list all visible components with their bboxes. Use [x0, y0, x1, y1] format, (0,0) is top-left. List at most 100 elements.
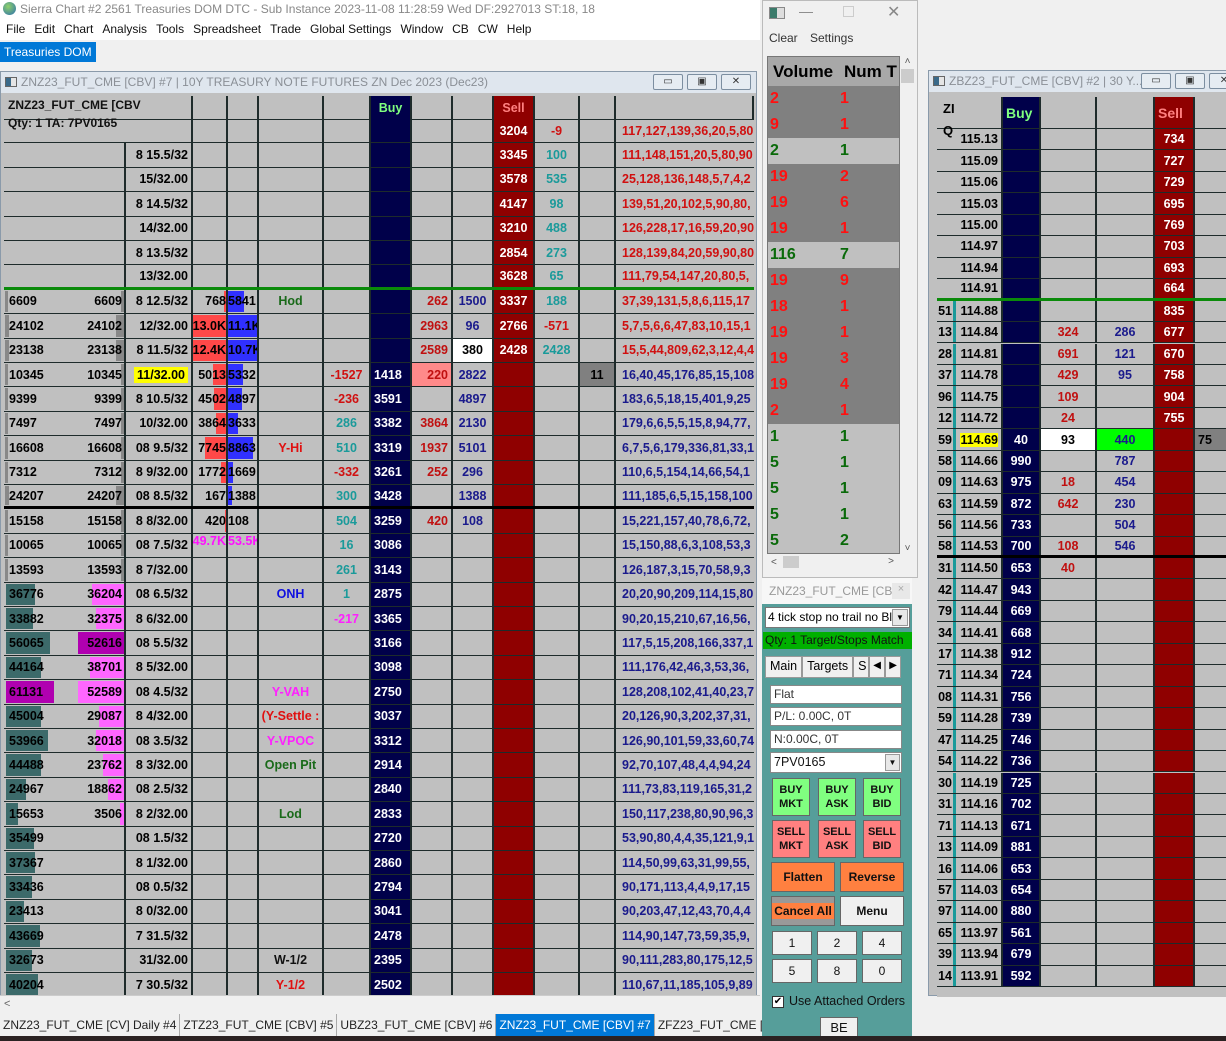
dom-row[interactable]: 39 113.94 679 [937, 944, 1226, 966]
dom-row[interactable]: 23138 23138 8 11.5/32 12.4K 10.7K 2589 380 2428… [4, 338, 754, 363]
dom-row[interactable]: 23413 8 0/32.00 3041 90,203,47,12,43,70,4,4 [4, 899, 754, 925]
price-cell[interactable]: 08 3.5/32 [126, 729, 193, 753]
dom-row[interactable]: 47 114.25 746 [937, 729, 1226, 752]
ask-depth-cell[interactable] [1155, 558, 1195, 579]
bid-depth-cell[interactable] [1003, 343, 1041, 364]
dom-row[interactable]: 33436 08 0.5/32 2794 90,171,113,4,4,9,17,15 [4, 875, 754, 900]
zb-dom-ladder[interactable]: Buy Sell 115.13 734 115.09 727 115.06 729 115.03… [937, 97, 1226, 997]
bid-depth-cell[interactable]: 3086 [371, 533, 412, 558]
price-cell[interactable]: 7 30.5/32 [126, 973, 193, 997]
ask-depth-cell[interactable]: 3204 [494, 119, 535, 143]
price-cell[interactable]: 114.81 [956, 343, 1003, 364]
bid-depth-cell[interactable] [1003, 322, 1041, 343]
ask-depth-cell[interactable] [1155, 600, 1195, 622]
price-cell[interactable]: 08 2.5/32 [126, 777, 193, 802]
bid-depth-cell[interactable]: 2720 [371, 826, 412, 850]
dom-row[interactable]: 57 114.03 654 [937, 879, 1226, 902]
price-cell[interactable]: 8 8/32.00 [126, 509, 193, 533]
quantity-0-button[interactable]: 0 [862, 959, 902, 983]
price-cell[interactable]: 8 11.5/32 [126, 338, 193, 362]
chart-tab[interactable]: UBZ23_FUT_CME [CBV] #6 [337, 1014, 497, 1036]
price-cell[interactable]: 8 3/32.00 [126, 753, 193, 777]
ask-depth-cell[interactable] [494, 582, 535, 606]
ask-depth-cell[interactable] [494, 363, 535, 387]
dom-row[interactable]: 15/32.00 3578 535 25,128,136,148,5,7,4,2 [4, 167, 754, 193]
menu-global-settings[interactable]: Global Settings [310, 19, 398, 40]
price-cell[interactable]: 114.28 [956, 708, 1003, 729]
ask-depth-cell[interactable] [1155, 536, 1195, 555]
price-cell[interactable]: 115.09 [956, 150, 1003, 171]
cancel-all-button[interactable]: Cancel All [771, 896, 835, 926]
ask-depth-cell[interactable] [494, 607, 535, 631]
quantity-5-button[interactable]: 5 [772, 959, 812, 983]
dom-row[interactable]: 114.94 693 [937, 257, 1226, 280]
tab-scroll-right-icon[interactable]: ▶ [885, 656, 902, 678]
dom-row[interactable]: 24967 18862 08 2.5/32 2840 111,73,83,119,165… [4, 777, 754, 803]
ask-depth-cell[interactable]: 727 [1155, 150, 1195, 171]
menu-window[interactable]: Window [400, 19, 450, 40]
bid-depth-cell[interactable]: 3143 [371, 558, 412, 582]
ask-depth-cell[interactable] [494, 924, 535, 948]
dom-row[interactable]: 58 114.53 700 108 546 [937, 536, 1226, 558]
bid-depth-cell[interactable]: 2875 [371, 582, 412, 606]
price-cell[interactable]: 114.00 [956, 901, 1003, 922]
bid-depth-cell[interactable]: 733 [1003, 515, 1041, 536]
dom-row[interactable]: 28 114.81 691 121 670 [937, 343, 1226, 365]
menu-cw[interactable]: CW [478, 19, 505, 40]
price-cell[interactable]: 15/32.00 [126, 167, 193, 192]
dom-row[interactable]: 40204 7 30.5/32 Y-1/2 2502 110,67,11,185,105… [4, 973, 754, 998]
bid-depth-cell[interactable]: 592 [1003, 965, 1041, 986]
quantity-2-button[interactable]: 2 [817, 931, 857, 955]
dom-row[interactable]: 24102 24102 12/32.00 13.0K 11.1K 2963 96 2766 -5… [4, 314, 754, 339]
price-cell[interactable]: 113.97 [956, 922, 1003, 944]
price-cell[interactable]: 114.69 [956, 429, 1003, 450]
bid-depth-cell[interactable]: 700 [1003, 536, 1041, 555]
price-cell[interactable]: 114.31 [956, 686, 1003, 708]
ask-depth-cell[interactable] [1155, 622, 1195, 643]
ask-depth-cell[interactable]: 693 [1155, 257, 1195, 279]
dom-row[interactable]: 14 113.91 592 [937, 965, 1226, 987]
ask-depth-cell[interactable]: 2766 [494, 314, 535, 338]
ask-depth-cell[interactable]: 3210 [494, 216, 535, 240]
price-cell[interactable]: 8 7/32.00 [126, 558, 193, 582]
tab-main[interactable]: Main [765, 656, 803, 678]
bid-depth-cell[interactable] [371, 143, 412, 167]
dom-row[interactable]: 31 114.50 653 40 [937, 558, 1226, 580]
price-cell[interactable]: 08 5.5/32 [126, 631, 193, 655]
ask-depth-cell[interactable] [1155, 858, 1195, 879]
ask-depth-cell[interactable]: 3628 [494, 265, 535, 287]
dom-row[interactable]: 12 114.72 24 755 [937, 407, 1226, 430]
bid-depth-cell[interactable] [371, 119, 412, 143]
buy-bid-button[interactable]: BUY BID [863, 778, 901, 816]
price-cell[interactable]: 114.16 [956, 793, 1003, 815]
vertical-scrollbar[interactable]: ˄ ˅ [900, 56, 915, 554]
dom-row[interactable]: 15158 15158 8 8/32.00 420 108 504 3259 420 108 15… [4, 509, 754, 534]
bid-depth-cell[interactable]: 736 [1003, 751, 1041, 772]
price-cell[interactable]: 115.03 [956, 193, 1003, 214]
price-cell[interactable]: 114.34 [956, 665, 1003, 686]
bid-depth-cell[interactable] [1003, 150, 1041, 171]
price-cell[interactable]: 114.94 [956, 257, 1003, 279]
price-cell[interactable]: 113.91 [956, 965, 1003, 986]
minimize-button[interactable]: ▭ [1141, 73, 1171, 89]
dom-row[interactable]: 114.91 664 [937, 279, 1226, 301]
price-cell[interactable]: 08 7.5/32 [126, 533, 193, 558]
price-cell[interactable]: 115.00 [956, 214, 1003, 236]
bid-depth-cell[interactable]: 1418 [371, 363, 412, 387]
price-cell[interactable]: 8 14.5/32 [126, 192, 193, 216]
ask-depth-cell[interactable]: 4147 [494, 192, 535, 216]
bid-depth-cell[interactable]: 669 [1003, 600, 1041, 622]
ask-depth-cell[interactable] [494, 533, 535, 558]
workspace-tab-treasuries-dom[interactable]: Treasuries DOM [0, 42, 96, 62]
dom-row[interactable]: 42 114.47 943 [937, 579, 1226, 601]
bid-depth-cell[interactable]: 975 [1003, 472, 1041, 493]
dom-row[interactable]: 14/32.00 3210 488 126,228,17,16,59,20,90 [4, 216, 754, 241]
bid-depth-cell[interactable] [371, 216, 412, 240]
bid-depth-cell[interactable] [371, 167, 412, 192]
bid-depth-cell[interactable]: 561 [1003, 922, 1041, 944]
dom-row[interactable]: 30 114.19 725 [937, 772, 1226, 794]
bid-depth-cell[interactable]: 3041 [371, 899, 412, 924]
bid-depth-cell[interactable] [371, 241, 412, 265]
bid-depth-cell[interactable]: 3037 [371, 704, 412, 728]
dom-row[interactable]: 63 114.59 872 642 230 [937, 493, 1226, 516]
